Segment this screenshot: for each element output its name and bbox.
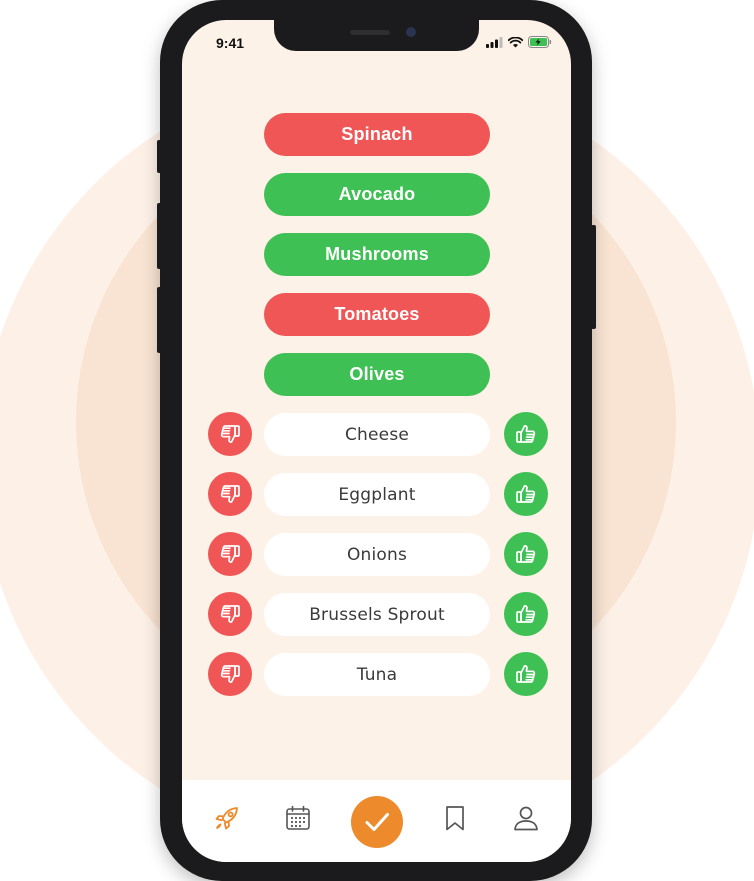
rocket-icon	[215, 807, 238, 830]
speaker-grille	[350, 30, 390, 35]
thumbs-up-icon	[516, 545, 536, 563]
dislike-button[interactable]	[208, 472, 252, 516]
notch	[274, 20, 479, 51]
tab-confirm[interactable]	[351, 796, 403, 848]
like-button[interactable]	[504, 592, 548, 636]
food-name: Cheese	[264, 413, 490, 456]
checkmark-icon	[365, 813, 389, 831]
thumbs-down-icon	[220, 485, 240, 503]
dislike-button[interactable]	[208, 652, 252, 696]
thumbs-down-icon	[220, 425, 240, 443]
like-button[interactable]	[504, 412, 548, 456]
profile-icon	[514, 806, 538, 831]
food-chip-disliked[interactable]: Tomatoes	[264, 293, 490, 336]
thumbs-down-icon	[220, 545, 240, 563]
dislike-button[interactable]	[208, 412, 252, 456]
food-chip-liked[interactable]: Avocado	[264, 173, 490, 216]
dislike-button[interactable]	[208, 532, 252, 576]
mute-switch	[157, 140, 162, 173]
thumbs-up-icon	[516, 485, 536, 503]
volume-down-button	[157, 287, 162, 353]
tab-calendar[interactable]	[278, 798, 318, 838]
bookmark-icon	[446, 806, 464, 831]
thumbs-up-icon	[516, 605, 536, 623]
thumbs-down-icon	[220, 605, 240, 623]
wifi-icon	[508, 36, 523, 47]
thumbs-up-icon	[516, 665, 536, 683]
tab-saved[interactable]	[435, 798, 475, 838]
dislike-button[interactable]	[208, 592, 252, 636]
like-button[interactable]	[504, 532, 548, 576]
tab-discover[interactable]	[207, 798, 247, 838]
status-icons	[486, 36, 552, 48]
food-name: Onions	[264, 533, 490, 576]
calendar-icon	[286, 805, 310, 830]
like-button[interactable]	[504, 652, 548, 696]
food-chip-liked[interactable]: Mushrooms	[264, 233, 490, 276]
volume-up-button	[157, 203, 162, 269]
food-chip-disliked[interactable]: Spinach	[264, 113, 490, 156]
like-button[interactable]	[504, 472, 548, 516]
signal-icon	[486, 36, 503, 48]
app-screen: 9:41 Spinach Avocado Mushrooms Tomatoes …	[182, 20, 571, 862]
food-name: Brussels Sprout	[264, 593, 490, 636]
power-button	[591, 225, 596, 329]
food-name: Eggplant	[264, 473, 490, 516]
food-chip-liked[interactable]: Olives	[264, 353, 490, 396]
status-time: 9:41	[216, 35, 245, 51]
battery-charging-icon	[528, 36, 552, 48]
bottom-tab-bar	[182, 780, 571, 862]
front-camera	[406, 27, 416, 37]
tab-profile[interactable]	[506, 798, 546, 838]
thumbs-down-icon	[220, 665, 240, 683]
food-name: Tuna	[264, 653, 490, 696]
thumbs-up-icon	[516, 425, 536, 443]
